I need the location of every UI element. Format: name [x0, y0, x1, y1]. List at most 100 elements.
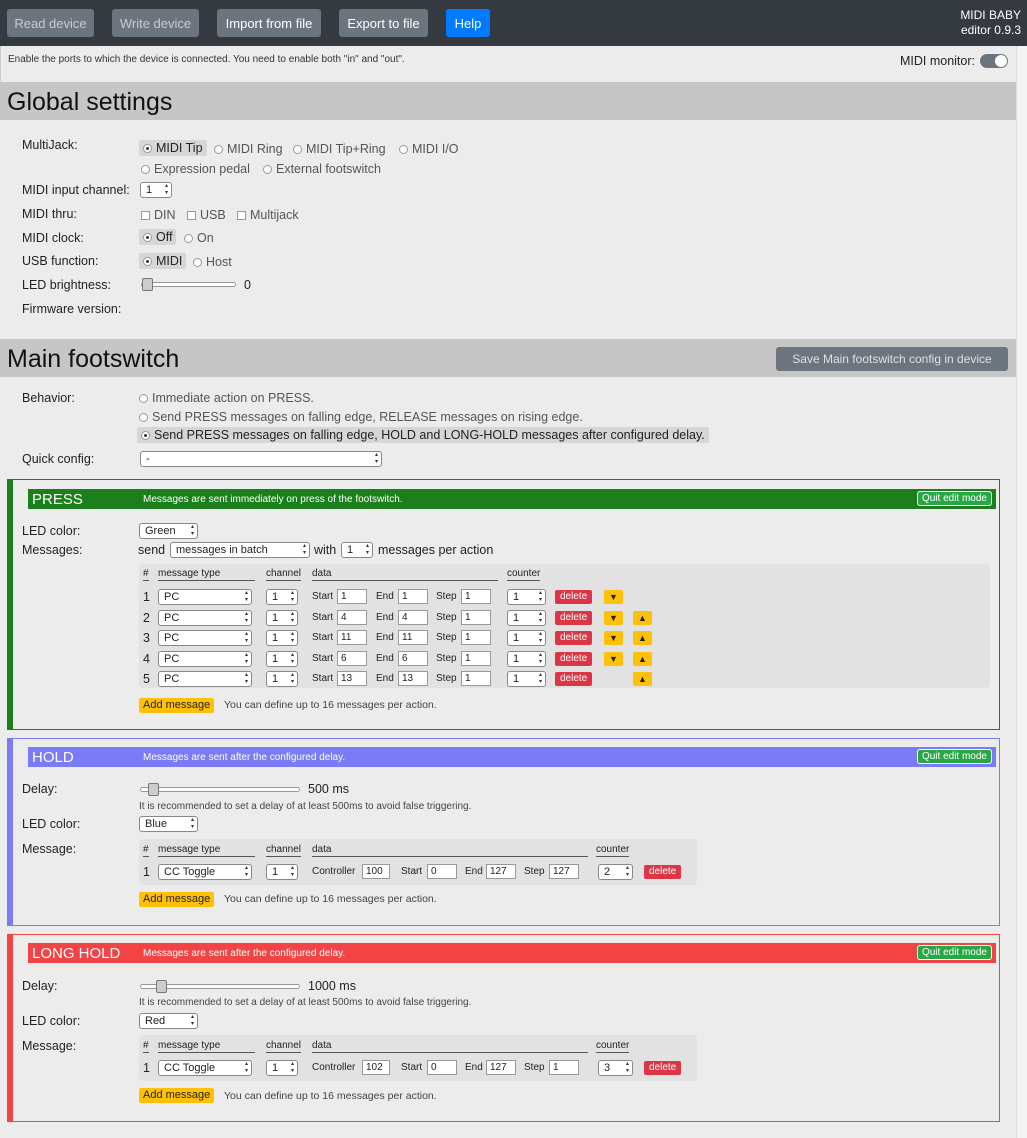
start-input[interactable]: 0 [427, 1060, 457, 1075]
led-brightness-slider[interactable] [141, 278, 236, 291]
slider-handle[interactable] [156, 980, 167, 993]
end-input[interactable]: 127 [486, 864, 516, 879]
multijack-option-external[interactable]: External footswitch [263, 162, 381, 176]
hold-led-color-select[interactable]: Blue [139, 816, 198, 832]
longhold-led-color-select[interactable]: Red [139, 1013, 198, 1029]
controller-input[interactable]: 102 [362, 1060, 390, 1075]
move-up-icon[interactable]: ▲ [633, 610, 652, 625]
export-file-button[interactable]: Export to file [339, 9, 428, 37]
scrollbar[interactable] [1016, 46, 1027, 1138]
move-up-icon[interactable]: ▲ [633, 631, 652, 645]
step-input[interactable]: 1 [461, 650, 491, 666]
multijack-option-tip-ring[interactable]: MIDI Tip+Ring [293, 142, 386, 156]
hold-quit-edit-button[interactable]: Quit edit mode [916, 749, 992, 764]
step-input[interactable]: 1 [461, 589, 491, 604]
move-down-icon[interactable]: ▼ [604, 651, 623, 666]
thru-option-din[interactable]: DIN [141, 208, 176, 222]
write-device-button[interactable]: Write device [112, 9, 199, 37]
end-input[interactable]: 1 [398, 589, 428, 604]
multijack-option-expression[interactable]: Expression pedal [141, 162, 250, 176]
counter-select[interactable]: 1 [507, 630, 546, 646]
multijack-option-io[interactable]: MIDI I/O [399, 142, 459, 156]
clock-option-on[interactable]: On [184, 231, 214, 245]
slider-handle[interactable] [142, 278, 153, 291]
move-down-icon[interactable]: ▼ [604, 590, 623, 604]
message-type-select[interactable]: PC [158, 609, 252, 626]
step-input[interactable]: 1 [461, 671, 491, 686]
counter-select[interactable]: 1 [507, 609, 546, 626]
message-type-select[interactable]: PC [158, 650, 252, 667]
end-input[interactable]: 4 [398, 609, 428, 625]
midi-input-channel-select[interactable]: 1 [140, 182, 172, 198]
counter-select[interactable]: 1 [507, 650, 546, 667]
channel-select[interactable]: 1 [266, 650, 298, 667]
usb-option-host[interactable]: Host [193, 255, 232, 269]
save-main-footswitch-button[interactable]: Save Main footswitch config in device [776, 347, 1008, 371]
read-device-button[interactable]: Read device [7, 9, 94, 37]
message-type-select[interactable]: CC Toggle [158, 1060, 252, 1076]
end-input[interactable]: 127 [486, 1060, 516, 1075]
longhold-delay-slider[interactable] [140, 980, 300, 993]
delete-button[interactable]: delete [555, 672, 593, 686]
hold-add-message-button[interactable]: Add message [139, 892, 215, 907]
end-input[interactable]: 13 [398, 671, 428, 686]
delete-button[interactable]: delete [555, 651, 593, 666]
thru-option-usb[interactable]: USB [187, 208, 226, 222]
multijack-option-tip[interactable]: MIDI Tip [139, 140, 207, 156]
thru-option-multijack[interactable]: Multijack [237, 208, 299, 222]
press-add-message-button[interactable]: Add message [139, 698, 215, 713]
longhold-quit-edit-button[interactable]: Quit edit mode [916, 945, 992, 960]
behavior-option-hold[interactable]: Send PRESS messages on falling edge, HOL… [137, 427, 709, 443]
end-input[interactable]: 11 [398, 630, 428, 645]
counter-select[interactable]: 2 [598, 864, 633, 880]
counter-select[interactable]: 3 [598, 1060, 633, 1076]
move-up-icon[interactable]: ▲ [633, 651, 652, 666]
move-down-icon[interactable]: ▼ [604, 610, 623, 625]
press-led-color-select[interactable]: Green [139, 523, 198, 539]
step-input[interactable]: 1 [549, 1060, 579, 1075]
hold-delay-slider[interactable] [140, 783, 300, 796]
usb-option-midi[interactable]: MIDI [139, 253, 187, 269]
start-input[interactable]: 11 [337, 630, 367, 645]
delete-button[interactable]: delete [555, 610, 593, 625]
message-type-select[interactable]: CC Toggle [158, 864, 252, 880]
multijack-option-ring[interactable]: MIDI Ring [214, 142, 283, 156]
counter-select[interactable]: 1 [507, 671, 546, 687]
message-type-select[interactable]: PC [158, 630, 252, 646]
clock-option-off[interactable]: Off [139, 229, 177, 245]
delete-button[interactable]: delete [644, 1061, 682, 1075]
midi-monitor-toggle[interactable] [980, 54, 1008, 68]
start-input[interactable]: 1 [337, 589, 367, 604]
delete-button[interactable]: delete [555, 631, 593, 645]
channel-select[interactable]: 1 [266, 864, 298, 880]
behavior-option-immediate[interactable]: Immediate action on PRESS. [139, 391, 314, 405]
import-file-button[interactable]: Import from file [217, 9, 321, 37]
message-type-select[interactable]: PC [158, 671, 252, 687]
step-input[interactable]: 127 [549, 864, 579, 879]
start-input[interactable]: 4 [337, 609, 367, 625]
step-input[interactable]: 1 [461, 630, 491, 645]
channel-select[interactable]: 1 [266, 609, 298, 626]
step-input[interactable]: 1 [461, 609, 491, 625]
delete-button[interactable]: delete [555, 590, 593, 604]
help-button[interactable]: Help [446, 9, 490, 37]
channel-select[interactable]: 1 [266, 630, 298, 646]
start-input[interactable]: 13 [337, 671, 367, 686]
slider-handle[interactable] [148, 783, 159, 796]
move-up-icon[interactable]: ▲ [633, 672, 652, 686]
delete-button[interactable]: delete [644, 865, 682, 879]
counter-select[interactable]: 1 [507, 589, 546, 605]
press-quit-edit-button[interactable]: Quit edit mode [916, 491, 992, 506]
move-down-icon[interactable]: ▼ [604, 631, 623, 645]
channel-select[interactable]: 1 [266, 1060, 298, 1076]
channel-select[interactable]: 1 [266, 589, 298, 605]
start-input[interactable]: 0 [427, 864, 457, 879]
channel-select[interactable]: 1 [266, 671, 298, 687]
end-input[interactable]: 6 [398, 650, 428, 666]
behavior-option-release[interactable]: Send PRESS messages on falling edge, REL… [139, 410, 583, 424]
quick-config-select[interactable]: - [140, 451, 382, 467]
start-input[interactable]: 6 [337, 650, 367, 666]
press-per-action-select[interactable]: 1 [341, 542, 373, 558]
message-type-select[interactable]: PC [158, 589, 252, 605]
controller-input[interactable]: 100 [362, 864, 390, 879]
